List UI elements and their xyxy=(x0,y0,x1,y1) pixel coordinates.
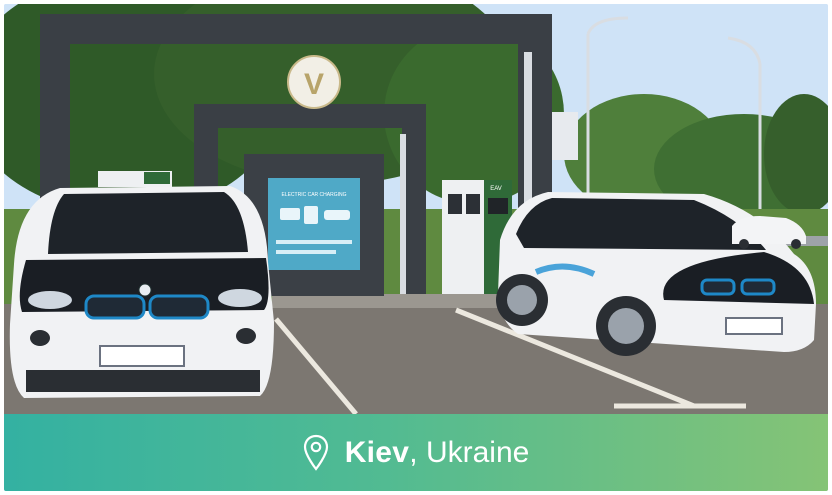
logo-letter: V xyxy=(304,68,324,101)
location-separator: , xyxy=(409,435,426,469)
location-card[interactable]: V ELECTRIC CAR CHARGING EAV Kiev , Ukrai… xyxy=(4,4,828,491)
location-caption: Kiev, Ukraine xyxy=(4,414,828,491)
brand-logo-emblem: V xyxy=(287,55,341,109)
charger-brand: EAV xyxy=(490,186,502,192)
billboard xyxy=(552,112,578,160)
city-name: Kiev xyxy=(344,435,410,469)
poster-title: ELECTRIC CAR CHARGING xyxy=(281,192,346,198)
left-car xyxy=(9,186,275,398)
country-name: Ukraine xyxy=(425,435,530,469)
location-pin-icon xyxy=(303,434,328,471)
curb xyxy=(272,294,504,308)
